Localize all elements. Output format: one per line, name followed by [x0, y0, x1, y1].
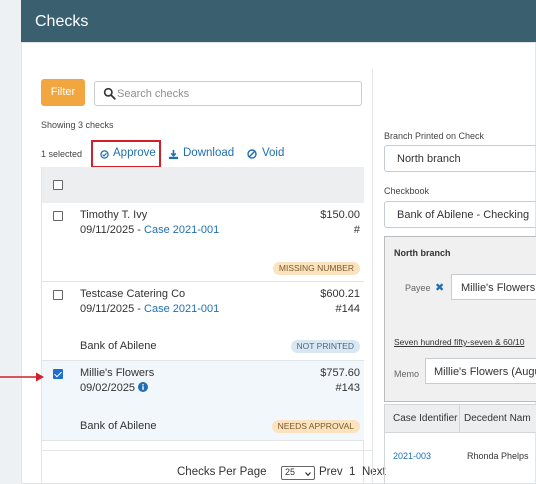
date-line: 09/11/2025 - Case 2021-001: [80, 303, 220, 315]
approve-button[interactable]: Approve: [91, 140, 161, 168]
date-line: 09/02/2025: [80, 382, 149, 394]
check-number: #143: [335, 382, 360, 394]
col-decedent-name[interactable]: Decedent Nam: [464, 413, 531, 424]
search-input[interactable]: [117, 84, 357, 103]
download-icon: [168, 149, 179, 160]
row-checkbox[interactable]: [53, 290, 63, 300]
check-date: 09/11/2025: [80, 303, 135, 315]
content-panel: Filter Showing 3 checks 1 selected Appro…: [21, 42, 536, 484]
void-label: Void: [262, 147, 285, 159]
clear-payee-icon[interactable]: ✖: [435, 281, 444, 294]
status-badge: NOT PRINTED: [290, 340, 360, 353]
payee-name: Testcase Catering Co: [80, 288, 186, 300]
checkbook-label: Checkbook: [384, 186, 430, 196]
check-preview: North branch Payee ✖ Millie's Flowers Se…: [384, 236, 536, 402]
search-icon: [103, 87, 116, 100]
bank-name: Bank of Abilene: [80, 420, 157, 432]
case-link[interactable]: Case 2021-001: [144, 224, 219, 236]
check-date: 09/02/2025: [80, 382, 136, 394]
memo-field[interactable]: Millie's Flowers (Augu: [425, 358, 536, 384]
decedent-name: Rhonda Phelps: [467, 451, 529, 461]
payee-label: Payee: [405, 283, 431, 293]
check-row[interactable]: Testcase Catering Co 09/11/2025 - Case 2…: [42, 282, 364, 361]
select-all-checkbox[interactable]: [53, 180, 63, 190]
per-page-select[interactable]: 25: [281, 466, 315, 480]
prev-page-button[interactable]: Prev: [319, 466, 343, 478]
preview-branch: North branch: [394, 248, 451, 258]
check-row[interactable]: Timothy T. Ivy 09/11/2025 - Case 2021-00…: [42, 203, 364, 282]
page-title: Checks: [35, 13, 89, 30]
case-table-header: Case Identifier Decedent Nam: [385, 405, 536, 433]
check-number: #144: [335, 303, 360, 315]
branch-label: Branch Printed on Check: [384, 131, 485, 141]
amount-in-words: Seven hundred fifty-seven & 60/10: [394, 337, 525, 347]
case-link[interactable]: Case 2021-001: [144, 303, 219, 315]
checkbook-value: Bank of Abilene - Checking: [397, 209, 530, 221]
filter-button[interactable]: Filter: [41, 79, 85, 106]
row-checkbox[interactable]: [53, 211, 63, 221]
status-badge: MISSING NUMBER: [272, 262, 360, 275]
download-label: Download: [183, 147, 235, 159]
selected-count: 1 selected: [41, 149, 83, 159]
payee-name: Timothy T. Ivy: [80, 209, 148, 221]
per-page-value: 25: [285, 467, 296, 477]
panel-divider: [372, 69, 373, 484]
payee-field[interactable]: Millie's Flowers: [451, 274, 536, 300]
case-id-link[interactable]: 2021-003: [393, 451, 431, 461]
check-circle-icon: [100, 150, 109, 159]
checks-list-panel: Filter Showing 3 checks 1 selected Appro…: [22, 43, 386, 484]
branch-select[interactable]: North branch: [384, 145, 536, 172]
status-badge: NEEDS APPROVAL: [271, 420, 360, 433]
memo-value: Millie's Flowers (Augu: [434, 366, 536, 378]
per-page-label: Checks Per Page: [177, 466, 267, 478]
payee-name: Millie's Flowers: [80, 367, 155, 379]
chevron-down-icon: [305, 472, 311, 477]
check-amount: $757.60: [320, 367, 360, 379]
branch-value: North branch: [397, 153, 461, 165]
check-number: #: [353, 224, 360, 236]
check-row[interactable]: Millie's Flowers 09/02/2025 $757.60 #143…: [42, 361, 364, 441]
current-page: 1: [349, 466, 356, 478]
checks-list: Timothy T. Ivy 09/11/2025 - Case 2021-00…: [41, 167, 364, 484]
search-box[interactable]: [94, 81, 362, 106]
next-page-button[interactable]: Next: [362, 466, 386, 478]
date-line: 09/11/2025 - Case 2021-001: [80, 224, 220, 236]
col-case-identifier[interactable]: Case Identifier: [393, 413, 457, 424]
red-arrow-annotation: [0, 372, 44, 382]
pagination: Checks Per Page 25 Prev 1 Next: [41, 450, 386, 484]
approve-label: Approve: [113, 147, 156, 159]
checkbook-select[interactable]: Bank of Abilene - Checking: [384, 201, 536, 228]
page-header: Checks: [21, 0, 536, 42]
list-header: [42, 167, 364, 203]
bank-name: Bank of Abilene: [80, 340, 157, 352]
check-amount: $150.00: [320, 209, 360, 221]
ban-icon: [247, 149, 257, 159]
info-icon[interactable]: [138, 382, 149, 392]
case-table: Case Identifier Decedent Nam 2021-003 Rh…: [384, 404, 536, 484]
memo-label: Memo: [394, 369, 420, 379]
row-checkbox[interactable]: [53, 369, 63, 379]
showing-count: Showing 3 checks: [41, 120, 114, 130]
check-date: 09/11/2025: [80, 224, 135, 236]
payee-value: Millie's Flowers: [461, 282, 536, 294]
check-amount: $600.21: [320, 288, 360, 300]
